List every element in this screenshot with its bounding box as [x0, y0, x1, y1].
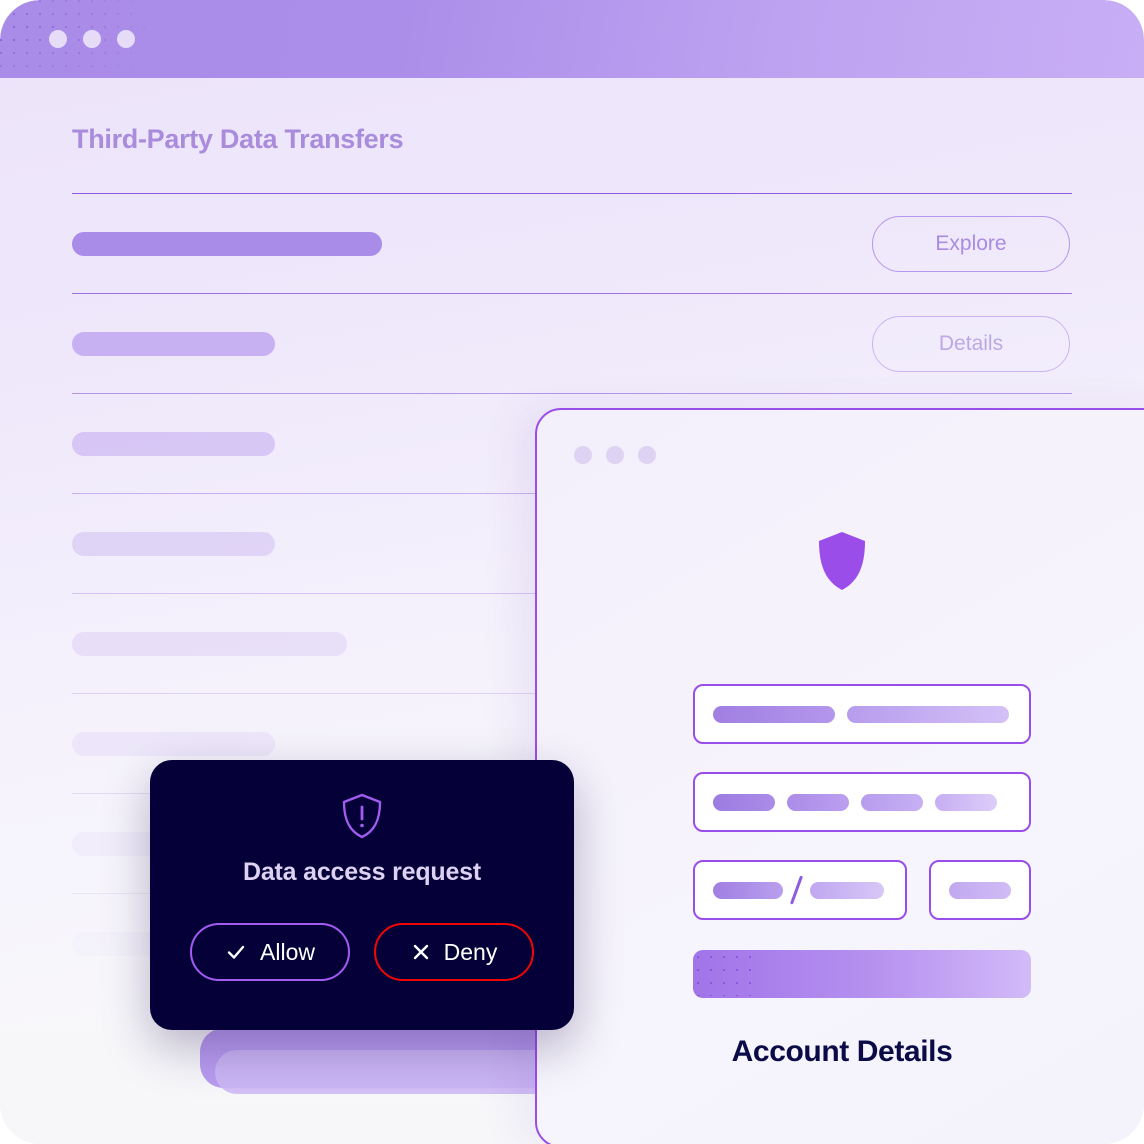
shield-icon [819, 532, 865, 590]
dialog-actions: Allow Deny [150, 923, 574, 981]
list-separator [72, 193, 1072, 194]
shield-icon-wrap [537, 530, 1144, 592]
field-value-placeholder [787, 793, 849, 811]
maximize-dot-icon[interactable] [638, 446, 656, 464]
slash-separator-icon [789, 875, 803, 905]
field-value-placeholder [935, 793, 997, 811]
traffic-light-controls[interactable] [49, 30, 135, 48]
minimize-dot-icon[interactable] [606, 446, 624, 464]
field-value-placeholder [861, 793, 923, 811]
dialog-icon-wrap [150, 792, 574, 840]
maximize-dot-icon[interactable] [117, 30, 135, 48]
screenshot-canvas: Third-Party Data Transfers Explore Detai… [0, 0, 1144, 1144]
list-item[interactable] [72, 632, 347, 656]
details-button[interactable]: Details [872, 316, 1070, 372]
list-item[interactable] [72, 332, 275, 356]
explore-button[interactable]: Explore [872, 216, 1070, 272]
name-field[interactable] [693, 684, 1031, 744]
page-title: Third-Party Data Transfers [72, 124, 404, 154]
field-value-placeholder [713, 881, 783, 899]
allow-button-label: Allow [260, 938, 315, 965]
list-item[interactable] [72, 732, 275, 756]
data-access-request-dialog: Data access request Allow Deny [150, 760, 574, 1030]
account-traffic-light-controls[interactable] [574, 446, 656, 464]
window-titlebar [0, 0, 1144, 78]
list-item[interactable] [72, 232, 382, 256]
dot-texture-decoration [697, 956, 757, 996]
explore-button-label: Explore [935, 232, 1007, 255]
check-icon [227, 945, 245, 959]
submit-button[interactable] [693, 950, 1031, 998]
field-value-placeholder [847, 705, 1009, 723]
stacked-card-front [215, 1050, 560, 1094]
deny-button[interactable]: Deny [374, 923, 534, 981]
details-button-label: Details [938, 332, 1004, 355]
field-value-placeholder [809, 881, 884, 899]
list-item[interactable] [72, 532, 275, 556]
deny-button-label: Deny [443, 938, 498, 965]
field-value-placeholder [713, 793, 775, 811]
list-separator [72, 293, 1072, 294]
allow-button[interactable]: Allow [190, 923, 350, 981]
expiry-field[interactable] [693, 860, 907, 920]
list-separator [72, 393, 1072, 394]
account-details-window: Account Details [535, 408, 1144, 1144]
cvv-field[interactable] [929, 860, 1031, 920]
close-dot-icon[interactable] [49, 30, 67, 48]
minimize-dot-icon[interactable] [83, 30, 101, 48]
close-dot-icon[interactable] [574, 446, 592, 464]
account-details-heading: Account Details [731, 1035, 953, 1068]
field-value-placeholder [713, 705, 835, 723]
dialog-title: Data access request [242, 858, 481, 886]
close-icon [413, 944, 428, 960]
field-value-placeholder [949, 881, 1011, 899]
list-item[interactable] [72, 432, 275, 456]
list-separator [72, 693, 572, 694]
shield-warning-icon [342, 793, 382, 839]
card-number-field[interactable] [693, 772, 1031, 832]
